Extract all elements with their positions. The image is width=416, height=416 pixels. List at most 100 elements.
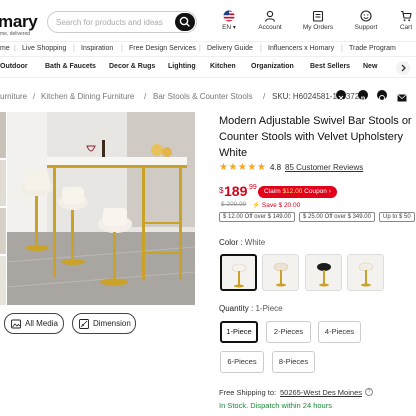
share-x-icon[interactable] bbox=[336, 90, 346, 101]
product-title: Modern Adjustable Swivel Bar Stools or C… bbox=[219, 115, 412, 159]
all-media-label: All Media bbox=[25, 319, 58, 328]
color-value: White bbox=[244, 238, 266, 247]
offer-tag: $ 12.00 Off over $ 149.00 bbox=[219, 212, 295, 222]
nav-divider: | bbox=[260, 45, 262, 52]
price-cents: .99 bbox=[247, 184, 257, 191]
nav-divider: | bbox=[199, 45, 201, 52]
stock-status: In Stock. Dispatch within 24 hours bbox=[219, 401, 332, 410]
nav-link-home[interactable]: me bbox=[0, 45, 10, 52]
product-main-image[interactable] bbox=[7, 112, 195, 305]
rating-value: 4.8 bbox=[270, 163, 282, 172]
category-kitchen[interactable]: Kitchen bbox=[210, 63, 236, 70]
quantity-option-6-pieces[interactable]: 6-Pieces bbox=[220, 351, 264, 373]
search-bar[interactable] bbox=[47, 11, 197, 33]
svg-text:p: p bbox=[361, 96, 365, 103]
coupon-suffix: Coupon › bbox=[304, 188, 331, 195]
nav-link-delivery-guide[interactable]: Delivery Guide bbox=[207, 45, 253, 52]
breadcrumb-item[interactable]: Kitchen & Dining Furniture bbox=[41, 92, 134, 101]
quantity-value: 1-Piece bbox=[255, 304, 283, 313]
us-flag-icon bbox=[223, 10, 235, 22]
user-icon bbox=[264, 10, 276, 22]
category-best-sellers[interactable]: Best Sellers bbox=[310, 63, 350, 70]
product-sku: SKU: H6024581-18437287 bbox=[272, 92, 369, 101]
logo-tagline: me, delivered bbox=[0, 31, 31, 37]
breadcrumb-item[interactable]: Bar Stools & Counter Stools bbox=[153, 92, 253, 101]
shipping-location-link[interactable]: 50265-West Des Moines bbox=[280, 388, 362, 397]
coupon-amount: $12.00 bbox=[282, 188, 303, 195]
support-icon bbox=[360, 10, 372, 22]
support-button[interactable]: Support bbox=[346, 10, 386, 31]
ruler-icon bbox=[79, 319, 89, 329]
price-currency: $ bbox=[219, 186, 224, 195]
nav-link-live-shopping[interactable]: Live Shopping bbox=[22, 45, 66, 52]
nav-link-influencers[interactable]: Influencers x Homary bbox=[268, 45, 334, 52]
language-selector[interactable]: EN ▾ bbox=[209, 10, 249, 31]
category-new[interactable]: New bbox=[363, 63, 377, 70]
nav-link-inspiration[interactable]: Inspiration bbox=[81, 45, 113, 52]
nav-scroll-right-button[interactable] bbox=[396, 61, 410, 75]
image-icon bbox=[11, 319, 21, 329]
quantity-option-8-pieces[interactable]: 8-Pieces bbox=[272, 351, 315, 373]
site-header: mary me, delivered EN ▾ bbox=[0, 0, 416, 40]
shipping-info: Free Shipping to: 50265-West Des Moines … bbox=[219, 388, 373, 397]
quantity-label: Quantity : 1-Piece bbox=[219, 304, 283, 313]
color-label: Color : White bbox=[219, 238, 265, 247]
nav-link-trade-program[interactable]: Trade Program bbox=[349, 45, 396, 52]
my-orders-label: My Orders bbox=[302, 24, 334, 31]
color-swatch-cream-gold[interactable] bbox=[347, 254, 384, 291]
quantity-option-2-pieces[interactable]: 2-Pieces bbox=[266, 321, 311, 343]
nav-link-free-design-services[interactable]: Free Design Services bbox=[129, 45, 196, 52]
coupon-prefix: Claim bbox=[264, 188, 281, 195]
reviews-link[interactable]: 85 Customer Reviews bbox=[285, 163, 363, 172]
thumbnail-strip[interactable] bbox=[0, 112, 6, 305]
category-nav: Outdoor Bath & Faucets Decor & Rugs Ligh… bbox=[0, 57, 416, 78]
my-orders-button[interactable]: My Orders bbox=[298, 10, 338, 31]
quantity-label-text: Quantity : bbox=[219, 304, 254, 313]
offer-tag: Up to $ 50 bbox=[379, 212, 415, 222]
dimension-label: Dimension bbox=[93, 319, 131, 328]
price-whole: 189 bbox=[224, 183, 248, 199]
category-organization[interactable]: Organization bbox=[251, 63, 294, 70]
nav-divider: | bbox=[121, 45, 123, 52]
original-price: $ 209.99 bbox=[221, 201, 247, 208]
site-logo[interactable]: mary bbox=[0, 12, 38, 32]
account-label: Account bbox=[258, 24, 282, 31]
search-button[interactable] bbox=[175, 13, 195, 31]
category-lighting[interactable]: Lighting bbox=[168, 63, 196, 70]
color-swatch-black-gold[interactable] bbox=[305, 254, 342, 291]
color-swatch-white-gold[interactable] bbox=[220, 254, 257, 291]
breadcrumb-item[interactable]: urniture bbox=[0, 92, 27, 101]
rating-stars: ★★★★★ bbox=[219, 162, 267, 173]
orders-icon bbox=[312, 10, 324, 22]
breadcrumb-separator: / bbox=[263, 92, 266, 101]
category-outdoor[interactable]: Outdoor bbox=[0, 63, 28, 70]
breadcrumb-separator: / bbox=[144, 92, 147, 101]
color-swatch-beige-gold[interactable] bbox=[262, 254, 299, 291]
chevron-right-icon bbox=[401, 64, 406, 72]
color-label-text: Color : bbox=[219, 238, 243, 247]
cart-label: Cart bbox=[399, 24, 413, 31]
language-label: EN bbox=[222, 24, 232, 31]
info-icon[interactable]: ? bbox=[365, 388, 373, 396]
dimension-button[interactable]: Dimension bbox=[72, 313, 136, 334]
cart-icon bbox=[401, 10, 412, 22]
breadcrumb-separator: / bbox=[33, 92, 36, 101]
quantity-option-4-pieces[interactable]: 4-Pieces bbox=[318, 321, 361, 343]
account-button[interactable]: Account bbox=[250, 10, 290, 31]
shipping-label: Free Shipping to: bbox=[219, 388, 277, 397]
category-decor-rugs[interactable]: Decor & Rugs bbox=[109, 63, 155, 70]
share-whatsapp-icon[interactable] bbox=[377, 90, 387, 101]
all-media-button[interactable]: All Media bbox=[4, 313, 64, 334]
claim-coupon-button[interactable]: Claim $12.00 Coupon › bbox=[258, 186, 337, 198]
support-label: Support bbox=[354, 24, 378, 31]
quantity-option-1-piece[interactable]: 1-Piece bbox=[220, 321, 258, 343]
share-pinterest-icon[interactable]: p bbox=[358, 90, 368, 103]
search-input[interactable] bbox=[56, 15, 174, 30]
search-icon bbox=[179, 16, 190, 27]
nav-divider: | bbox=[341, 45, 343, 52]
category-bath-faucets[interactable]: Bath & Faucets bbox=[45, 63, 96, 70]
share-email-icon[interactable] bbox=[397, 90, 407, 102]
savings-text: ⚡ Save $ 20.00 bbox=[252, 202, 301, 209]
cart-button[interactable]: Cart bbox=[386, 10, 416, 31]
nav-divider: | bbox=[14, 45, 16, 52]
